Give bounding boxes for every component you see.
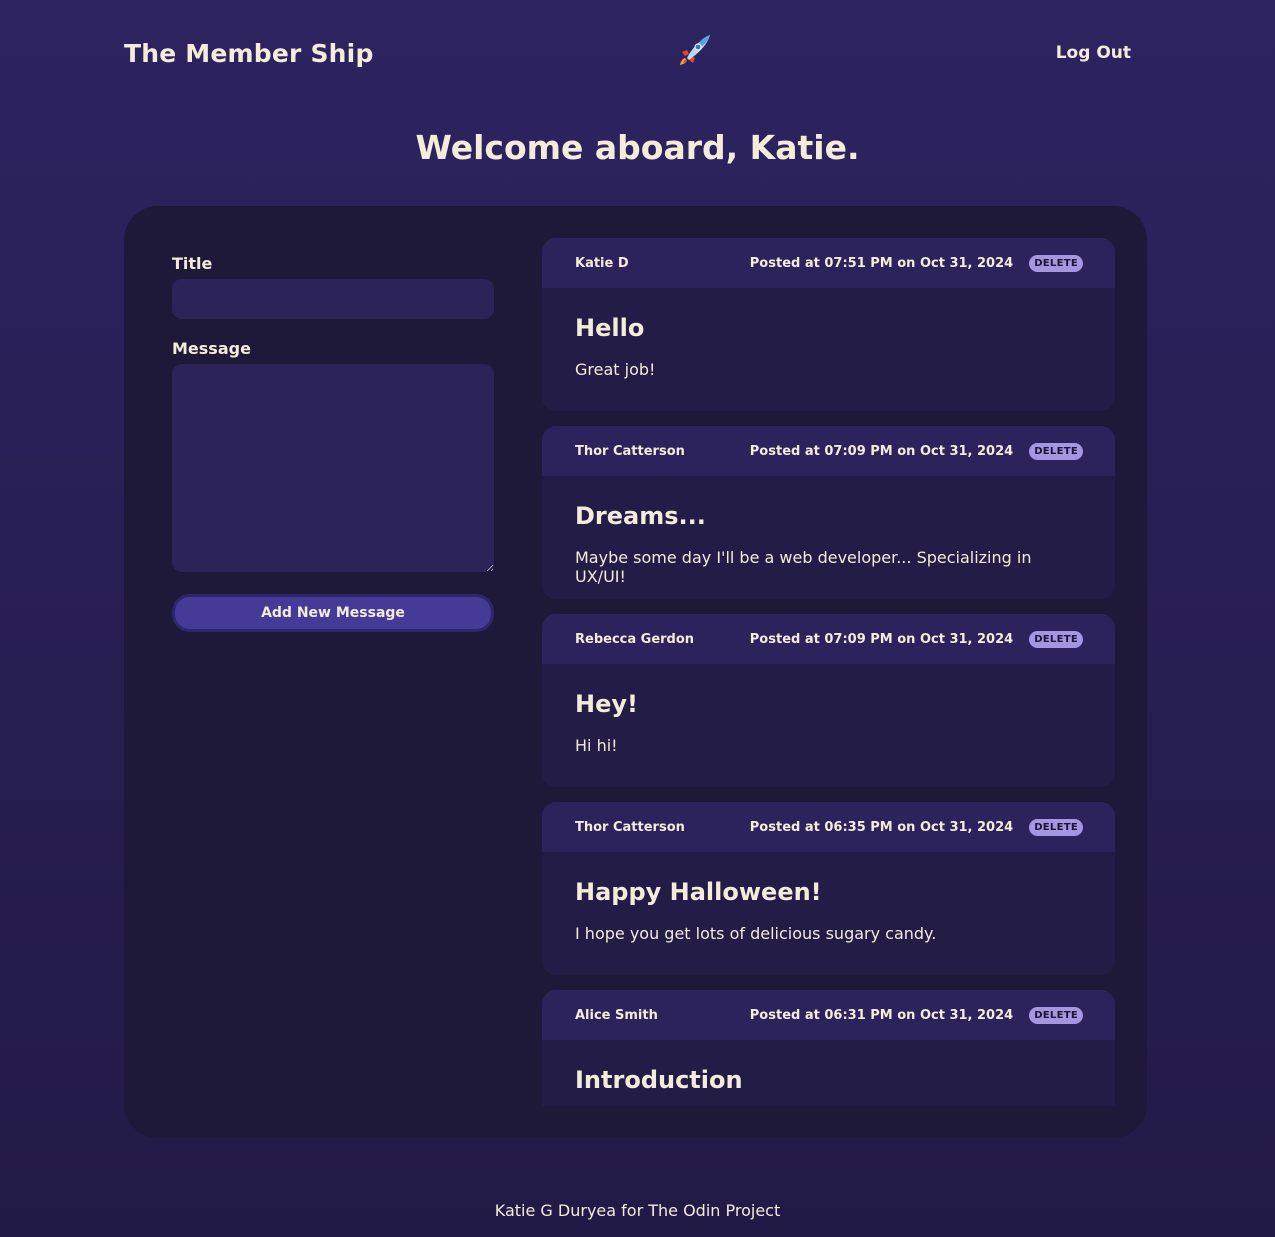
- message-header: Thor Catterson Posted at 07:09 PM on Oct…: [542, 426, 1115, 476]
- delete-button[interactable]: DELETE: [1029, 1006, 1083, 1024]
- welcome-heading: Welcome aboard, Katie.: [415, 128, 860, 167]
- message-body: Happy Halloween! I hope you get lots of …: [542, 852, 1115, 943]
- message-body: Dreams... Maybe some day I'll be a web d…: [542, 476, 1115, 586]
- message-header: Katie D Posted at 07:51 PM on Oct 31, 20…: [542, 238, 1115, 288]
- message-textarea[interactable]: [172, 364, 494, 572]
- top-bar: The Member Ship Log Out: [124, 28, 1131, 78]
- message-list[interactable]: Katie D Posted at 07:51 PM on Oct 31, 20…: [542, 238, 1115, 1106]
- site-title: The Member Ship: [124, 38, 374, 68]
- message-author: Rebecca Gerdon: [575, 631, 695, 647]
- rocket-icon: [680, 35, 710, 65]
- message-text: Hi hi!: [575, 736, 618, 755]
- message-timestamp: Posted at 07:09 PM on Oct 31, 2024: [749, 443, 1014, 459]
- message-body: Hello Great job!: [542, 288, 1115, 379]
- add-message-button[interactable]: Add New Message: [172, 594, 494, 632]
- delete-button[interactable]: DELETE: [1029, 630, 1083, 648]
- message-header: Rebecca Gerdon Posted at 07:09 PM on Oct…: [542, 614, 1115, 664]
- message-card: Alice Smith Posted at 06:31 PM on Oct 31…: [542, 990, 1115, 1106]
- title-label: Title: [172, 254, 213, 273]
- message-title: Introduction: [575, 1066, 743, 1094]
- message-card: Thor Catterson Posted at 07:09 PM on Oct…: [542, 426, 1115, 599]
- message-body: Introduction: [542, 1040, 1115, 1094]
- message-header: Thor Catterson Posted at 06:35 PM on Oct…: [542, 802, 1115, 852]
- message-author: Katie D: [575, 255, 629, 271]
- message-title: Dreams...: [575, 502, 706, 530]
- logout-link[interactable]: Log Out: [1056, 43, 1131, 63]
- message-timestamp: Posted at 06:31 PM on Oct 31, 2024: [749, 1007, 1014, 1023]
- message-author: Thor Catterson: [575, 819, 685, 835]
- message-card: Thor Catterson Posted at 06:35 PM on Oct…: [542, 802, 1115, 975]
- message-author: Thor Catterson: [575, 443, 685, 459]
- message-title: Happy Halloween!: [575, 878, 822, 906]
- new-message-form: Title Message Add New Message: [172, 254, 494, 632]
- message-text: Great job!: [575, 360, 656, 379]
- title-input[interactable]: [172, 279, 494, 319]
- message-timestamp: Posted at 06:35 PM on Oct 31, 2024: [749, 819, 1014, 835]
- message-body: Hey! Hi hi!: [542, 664, 1115, 755]
- delete-button[interactable]: DELETE: [1029, 818, 1083, 836]
- message-card: Katie D Posted at 07:51 PM on Oct 31, 20…: [542, 238, 1115, 411]
- message-header: Alice Smith Posted at 06:31 PM on Oct 31…: [542, 990, 1115, 1040]
- footer-credit: Katie G Duryea for The Odin Project: [494, 1201, 781, 1220]
- message-label: Message: [172, 339, 251, 358]
- message-title: Hello: [575, 314, 645, 342]
- delete-button[interactable]: DELETE: [1029, 254, 1083, 272]
- message-title: Hey!: [575, 690, 638, 718]
- message-timestamp: Posted at 07:51 PM on Oct 31, 2024: [749, 255, 1014, 271]
- message-card: Rebecca Gerdon Posted at 07:09 PM on Oct…: [542, 614, 1115, 787]
- main-panel: Title Message Add New Message Katie D Po…: [124, 206, 1147, 1138]
- delete-button[interactable]: DELETE: [1029, 442, 1083, 460]
- message-timestamp: Posted at 07:09 PM on Oct 31, 2024: [749, 631, 1014, 647]
- message-text: I hope you get lots of delicious sugary …: [575, 924, 937, 943]
- message-text: Maybe some day I'll be a web developer..…: [575, 548, 1032, 586]
- message-author: Alice Smith: [575, 1007, 658, 1023]
